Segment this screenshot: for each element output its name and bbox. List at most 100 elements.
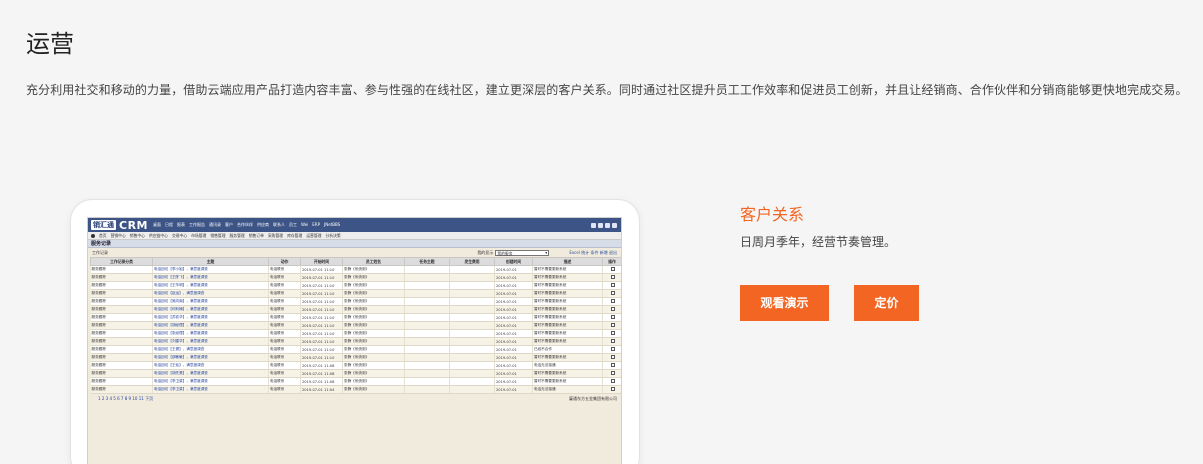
crm-top-nav: 桌面 日程 报表 工作报告 通讯录 客户 合作伙伴 供应商 联系人 员工 Wei ERP JNetBBS: [153, 222, 340, 228]
table-cell-subject[interactable]: 电话回访【邵敏敏】，满意度调查: [152, 353, 269, 362]
table-row[interactable]: 服务跟踪 电话回访【张经理】，满意度调查 电话联系 2019-07-01 11:10 张…: [90, 329, 621, 338]
crm-top-nav-item[interactable]: 合作伙伴: [237, 222, 253, 228]
crm-menu-item[interactable]: 销售中心: [130, 233, 145, 239]
table-cell-subject[interactable]: 电话回访【王健】，满意度调查: [152, 345, 269, 354]
table-row[interactable]: 服务跟踪 电话回访【李小姐】，满意度调查 电话联系 2019-07-01 11:10 张…: [90, 265, 621, 274]
table-cell-subject[interactable]: 电话回访【李小姐】，满意度调查: [152, 265, 269, 274]
edit-icon[interactable]: [610, 339, 615, 343]
crm-menu-item[interactable]: 库存管理: [287, 233, 302, 239]
table-column-header[interactable]: 员工姓名: [342, 257, 405, 266]
table-cell-subject[interactable]: 电话回访【吴向南】，满意度调查: [152, 297, 269, 306]
table-cell-start: 2019-07-01 11:10: [300, 305, 343, 314]
table-cell-subject[interactable]: 电话回访【张经理】，满意度调查: [152, 329, 269, 338]
crm-menu-item[interactable]: 市场管理: [191, 233, 206, 239]
help-icon[interactable]: [605, 222, 610, 228]
edit-icon[interactable]: [610, 291, 615, 295]
edit-icon[interactable]: [610, 283, 615, 287]
crm-menu-item[interactable]: 采购管理: [268, 233, 283, 239]
crm-top-nav-item[interactable]: 工作报告: [189, 222, 205, 228]
table-column-header[interactable]: 创建时间: [494, 257, 533, 266]
crm-actions[interactable]: Excel 统计 条件 新增 退出: [569, 250, 617, 256]
table-row[interactable]: 服务跟踪 电话回访【王仙】，满意度调查 电话联系 2019-07-01 11:08 张静…: [90, 361, 621, 370]
display-select[interactable]: 我的服务: [495, 249, 550, 256]
table-cell-subject[interactable]: 电话回访【王华明】，满意度调查: [152, 281, 269, 290]
table-row[interactable]: 服务跟踪 电话回访【李卫梁】，满意度调查 电话联系 2019-07-01 11:08 张…: [90, 377, 621, 386]
crm-menu-item[interactable]: 分析决策: [325, 233, 340, 239]
edit-icon[interactable]: [610, 299, 615, 303]
table-column-header[interactable]: 动作: [268, 257, 301, 266]
crm-menu-item[interactable]: 交易中心: [172, 233, 187, 239]
table-cell-task: [404, 377, 450, 386]
table-column-header[interactable]: 任务主题: [404, 257, 450, 266]
home-icon[interactable]: [591, 222, 596, 228]
mail-icon[interactable]: [598, 222, 603, 228]
crm-menu-item[interactable]: 营销中心: [111, 233, 126, 239]
crm-menu-item[interactable]: 销售管理: [210, 233, 225, 239]
pricing-button[interactable]: 定价: [854, 285, 919, 321]
table-row[interactable]: 服务跟踪 电话回访【何利楠】，满意度调查 电话联系 2019-07-01 11:10 张…: [90, 305, 621, 314]
edit-icon[interactable]: [610, 387, 615, 391]
crm-top-nav-item[interactable]: 员工: [289, 222, 297, 228]
edit-icon[interactable]: [610, 363, 615, 367]
table-column-header[interactable]: 操作: [602, 257, 621, 266]
table-row[interactable]: 服务跟踪 电话回访【胡先昊】，满意度调查 电话联系 2019-07-01 11:08 张…: [90, 369, 621, 378]
table-column-header[interactable]: 描述: [532, 257, 603, 266]
table-row[interactable]: 服务跟踪 电话回访【胡经理】，满意度调查 电话联系 2019-07-01 11:10 张…: [90, 321, 621, 330]
edit-icon[interactable]: [610, 275, 615, 279]
table-column-header[interactable]: 主题: [152, 257, 269, 266]
crm-top-nav-item[interactable]: ERP: [312, 222, 320, 228]
watch-demo-button[interactable]: 观看演示: [740, 285, 829, 321]
table-cell-category: 服务跟踪: [90, 345, 153, 354]
edit-icon[interactable]: [610, 379, 615, 383]
edit-icon[interactable]: [610, 315, 615, 319]
table-cell-subject[interactable]: 电话回访【何利楠】，满意度调查: [152, 305, 269, 314]
crm-menu-item[interactable]: 服务管理: [230, 233, 245, 239]
table-cell-subject[interactable]: 电话回访【王仙】，满意度调查: [152, 361, 269, 370]
table-row[interactable]: 服务跟踪 电话回访【王华明】，满意度调查 电话联系 2019-07-01 11:10 张…: [90, 281, 621, 290]
crm-top-nav-item[interactable]: 供应商: [257, 222, 269, 228]
edit-icon[interactable]: [610, 267, 615, 271]
edit-icon[interactable]: [610, 347, 615, 351]
table-cell-op: [602, 369, 621, 378]
edit-icon[interactable]: [610, 331, 615, 335]
crm-top-nav-item[interactable]: 桌面: [153, 222, 161, 228]
table-cell-subject[interactable]: 电话回访【李卫梁】，满意度调查: [152, 385, 269, 394]
table-column-header[interactable]: 发生费用: [449, 257, 495, 266]
table-cell-cost: [449, 297, 495, 306]
table-column-header[interactable]: 工作记录分类: [90, 257, 153, 266]
edit-icon[interactable]: [610, 371, 615, 375]
crm-menu-item[interactable]: 供应链中心: [149, 233, 168, 239]
table-cell-op: [602, 353, 621, 362]
edit-icon[interactable]: [610, 355, 615, 359]
table-column-header[interactable]: 开始时间: [300, 257, 343, 266]
table-cell-subject[interactable]: 电话回访【赵运】，满意度调查: [152, 289, 269, 298]
crm-top-nav-item[interactable]: 联系人: [273, 222, 285, 228]
table-row[interactable]: 服务跟踪 电话回访【苏钦华】，满意度调查 电话联系 2019-07-01 11:10 张…: [90, 313, 621, 322]
exit-icon[interactable]: [612, 222, 617, 228]
edit-icon[interactable]: [610, 307, 615, 311]
table-cell-subject[interactable]: 电话回访【王陈飞】，满意度调查: [152, 273, 269, 282]
table-cell-subject[interactable]: 电话回访【李卫梁】，满意度调查: [152, 377, 269, 386]
crm-top-nav-item[interactable]: JNetBBS: [324, 222, 340, 228]
table-row[interactable]: 服务跟踪 电话回访【邵敏敏】，满意度调查 电话联系 2019-07-01 11:10 张…: [90, 353, 621, 362]
crm-menu-item[interactable]: 销售订单: [249, 233, 264, 239]
table-row[interactable]: 服务跟踪 电话回访【王健】，满意度调查 电话联系 2019-07-01 11:10 张静…: [90, 345, 621, 354]
table-row[interactable]: 服务跟踪 电话回访【李卫梁】，满意度调查 电话联系 2019-07-01 11:04 张…: [90, 385, 621, 394]
table-row[interactable]: 服务跟踪 电话回访【赵运】，满意度调查 电话联系 2019-07-01 11:10 张静…: [90, 289, 621, 298]
table-row[interactable]: 服务跟踪 电话回访【王陈飞】，满意度调查 电话联系 2019-07-01 11:10 张…: [90, 273, 621, 282]
table-cell-subject[interactable]: 电话回访【刘建华】，满意度调查: [152, 337, 269, 346]
table-cell-subject[interactable]: 电话回访【苏钦华】，满意度调查: [152, 313, 269, 322]
crm-menu-item[interactable]: 首页: [99, 233, 107, 239]
table-cell-subject[interactable]: 电话回访【胡经理】，满意度调查: [152, 321, 269, 330]
table-row[interactable]: 服务跟踪 电话回访【刘建华】，满意度调查 电话联系 2019-07-01 11:10 张…: [90, 337, 621, 346]
crm-top-nav-item[interactable]: 通讯录: [209, 222, 221, 228]
crm-top-nav-item[interactable]: 客户: [225, 222, 233, 228]
pager[interactable]: 1 2 3 4 5 6 7 8 9 10 11 下页: [98, 396, 153, 402]
crm-top-nav-item[interactable]: Wei: [301, 222, 308, 228]
edit-icon[interactable]: [610, 323, 615, 327]
table-row[interactable]: 服务跟踪 电话回访【吴向南】，满意度调查 电话联系 2019-07-01 11:10 张…: [90, 297, 621, 306]
table-cell-subject[interactable]: 电话回访【胡先昊】，满意度调查: [152, 369, 269, 378]
crm-top-nav-item[interactable]: 日程: [165, 222, 173, 228]
crm-menu-item[interactable]: 运营管理: [306, 233, 321, 239]
crm-top-nav-item[interactable]: 报表: [177, 222, 185, 228]
